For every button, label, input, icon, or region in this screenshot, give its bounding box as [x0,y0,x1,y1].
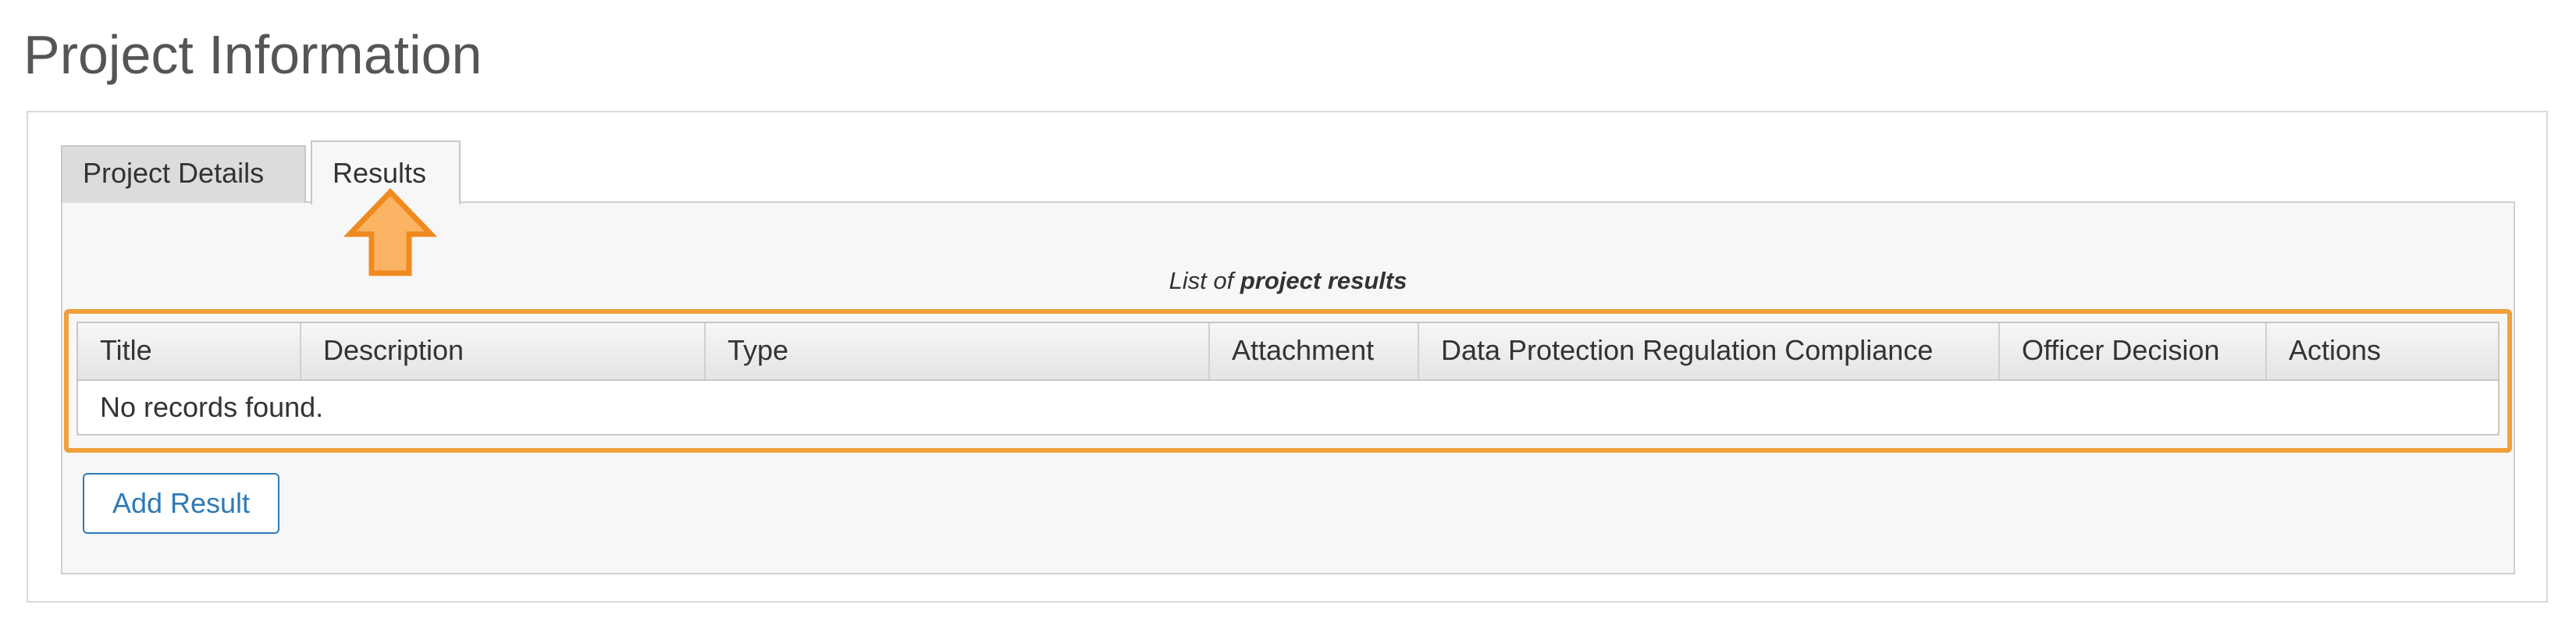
column-header-type[interactable]: Type [706,323,1210,379]
add-result-button[interactable]: Add Result [83,473,279,534]
column-header-actions[interactable]: Actions [2267,323,2498,379]
column-header-attachment[interactable]: Attachment [1210,323,1419,379]
table-header: Title Description Type Attachment Data P… [78,323,2498,381]
column-header-officer-decision[interactable]: Officer Decision [2000,323,2267,379]
tab-project-details[interactable]: Project Details [61,145,306,203]
caption-emphasis: project results [1240,267,1407,294]
arrow-up-icon [343,187,437,276]
caption-prefix: List of [1169,267,1234,294]
column-header-description[interactable]: Description [301,323,706,379]
column-header-title[interactable]: Title [78,323,301,379]
results-table: Title Description Type Attachment Data P… [76,322,2500,436]
empty-message: No records found. [100,391,324,423]
page-title: Project Information [23,24,482,85]
column-header-data-protection[interactable]: Data Protection Regulation Compliance [1419,323,2000,379]
